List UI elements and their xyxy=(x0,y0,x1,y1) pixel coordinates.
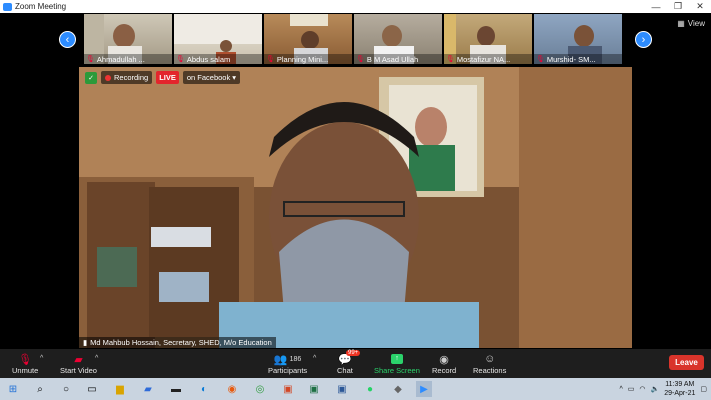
windows-start-icon[interactable]: ⊞ xyxy=(5,381,21,397)
video-options-chevron-icon[interactable]: ^ xyxy=(95,355,98,362)
task-view-icon[interactable]: ▭ xyxy=(84,381,100,397)
participant-tile[interactable]: 🎙 Planning Mini... xyxy=(264,14,352,64)
excel-icon[interactable]: ▣ xyxy=(306,381,322,397)
live-badge[interactable]: LIVE xyxy=(156,71,179,84)
reactions-button[interactable]: ☺ Reactions xyxy=(473,352,506,375)
powerpoint-icon[interactable]: ▣ xyxy=(280,381,296,397)
wifi-icon[interactable]: ◠ xyxy=(639,385,645,393)
file-explorer-icon[interactable]: ▆ xyxy=(112,381,128,397)
video-off-icon: ▰ xyxy=(74,353,83,366)
participant-tile[interactable]: 🎙 Abdus salam xyxy=(174,14,262,64)
zoom-app-icon xyxy=(3,2,12,11)
taskbar: ⊞ ⌕ ○ ▭ ▆ ▰ ▬ ◐ ◉ ◎ ▣ ▣ ▣ ● ◆ ▶ ^ ▭ ◠ 🔈 … xyxy=(0,378,711,400)
system-tray: ^ ▭ ◠ 🔈 11:39 AM 29-Apr-21 ▢ xyxy=(619,378,707,400)
participant-name: 🎙 Ahmadullah ... xyxy=(84,54,172,64)
muted-mic-icon: 🎙 xyxy=(356,56,365,63)
participant-name: 🎙 Murshid- SM... xyxy=(534,54,622,64)
meeting-controls: 🎙 Unmute ^ ▰ Start Video ^ 👥 186 Particip… xyxy=(0,349,711,378)
participant-name: 🎙 Planning Mini... xyxy=(264,54,352,64)
muted-mic-icon: 🎙 xyxy=(266,56,275,63)
record-button[interactable]: ◉ Record xyxy=(432,352,456,376)
title-bar: Zoom Meeting — ❐ ✕ xyxy=(0,0,711,13)
participant-tile[interactable]: 🎙 Murshid- SM... xyxy=(534,14,622,64)
gallery-next-button[interactable]: › xyxy=(635,31,652,48)
notifications-icon[interactable]: ▢ xyxy=(700,385,707,393)
speaker-video-frame xyxy=(79,67,632,348)
cortana-icon[interactable]: ○ xyxy=(58,381,74,397)
chrome-icon[interactable]: ◎ xyxy=(252,381,268,397)
participant-tile[interactable]: 🎙 B M Asad Ullah xyxy=(354,14,442,64)
network-icon[interactable]: ▭ xyxy=(628,385,635,393)
meeting-stage: ‹ 🎙 Ahmadullah ... 🎙 Abdus salam 🎙 Planning… xyxy=(0,13,711,349)
chat-unread-badge: 99+ xyxy=(346,350,361,356)
terminal-icon[interactable]: ▬ xyxy=(168,381,184,397)
speaker-name-label: ▮ Md Mahbub Hossain, Secretary, SHED, M/… xyxy=(79,337,276,348)
audio-options-chevron-icon[interactable]: ^ xyxy=(40,355,43,362)
start-video-button[interactable]: ▰ Start Video xyxy=(60,352,97,376)
search-icon[interactable]: ⌕ xyxy=(32,381,48,397)
word-icon[interactable]: ▣ xyxy=(334,381,350,397)
participants-count: 186 xyxy=(289,355,302,363)
signal-bars-icon: ▮ xyxy=(83,338,88,347)
live-target-dropdown[interactable]: on Facebook ▾ xyxy=(182,71,241,84)
maximize-button[interactable]: ❐ xyxy=(667,0,689,13)
clock[interactable]: 11:39 AM 29-Apr-21 xyxy=(664,380,695,398)
muted-mic-icon: 🎙 xyxy=(176,56,185,63)
muted-microphone-icon: 🎙 xyxy=(18,353,33,366)
mail-icon[interactable]: ▰ xyxy=(140,381,156,397)
zoom-taskbar-icon[interactable]: ▶ xyxy=(416,381,432,397)
firefox-icon[interactable]: ◉ xyxy=(224,381,240,397)
recording-indicator[interactable]: Recording xyxy=(101,71,153,84)
share-screen-icon: ↑ xyxy=(390,352,403,366)
view-button[interactable]: ▦ View xyxy=(677,19,705,28)
muted-mic-icon: 🎙 xyxy=(536,56,545,63)
muted-mic-icon: 🎙 xyxy=(86,56,95,63)
participants-icon: 👥 186 xyxy=(273,353,302,366)
reactions-icon: ☺ xyxy=(484,353,496,365)
edge-icon[interactable]: ◐ xyxy=(196,381,212,397)
minimize-button[interactable]: — xyxy=(645,0,667,13)
leave-button[interactable]: Leave xyxy=(669,355,704,370)
participant-name: 🎙 Abdus salam xyxy=(174,54,262,64)
app-icon[interactable]: ◆ xyxy=(390,381,406,397)
chat-button[interactable]: 💬 99+ Chat xyxy=(337,350,361,375)
record-icon: ◉ xyxy=(439,353,449,366)
share-screen-button[interactable]: ↑ Share Screen xyxy=(374,352,420,375)
participant-name: 🎙 B M Asad Ullah xyxy=(354,54,442,64)
gallery-prev-button[interactable]: ‹ xyxy=(59,31,76,48)
recording-dot-icon xyxy=(105,74,111,81)
gallery-strip: 🎙 Ahmadullah ... 🎙 Abdus salam 🎙 Planning M… xyxy=(84,14,622,64)
participants-button[interactable]: 👥 186 Participants xyxy=(268,352,307,376)
security-shield-icon[interactable]: ✓ xyxy=(85,71,97,84)
participant-tile[interactable]: 🎙 Ahmadullah ... xyxy=(84,14,172,64)
tray-chevron-icon[interactable]: ^ xyxy=(619,386,622,393)
window-title: Zoom Meeting xyxy=(15,2,67,11)
unmute-button[interactable]: 🎙 Unmute xyxy=(12,352,38,376)
muted-mic-icon: 🎙 xyxy=(446,56,455,63)
whatsapp-icon[interactable]: ● xyxy=(362,381,378,397)
participant-tile[interactable]: 🎙 Mostafizur NA... xyxy=(444,14,532,64)
close-button[interactable]: ✕ xyxy=(689,0,711,13)
recording-bar: ✓ Recording LIVE on Facebook ▾ xyxy=(85,71,241,84)
participants-chevron-icon[interactable]: ^ xyxy=(313,355,316,362)
participant-name: 🎙 Mostafizur NA... xyxy=(444,54,532,64)
volume-icon[interactable]: 🔈 xyxy=(651,385,660,393)
active-speaker-video: ✓ Recording LIVE on Facebook ▾ ▮ Md Mahb… xyxy=(79,67,632,348)
grid-icon: ▦ xyxy=(677,19,685,28)
